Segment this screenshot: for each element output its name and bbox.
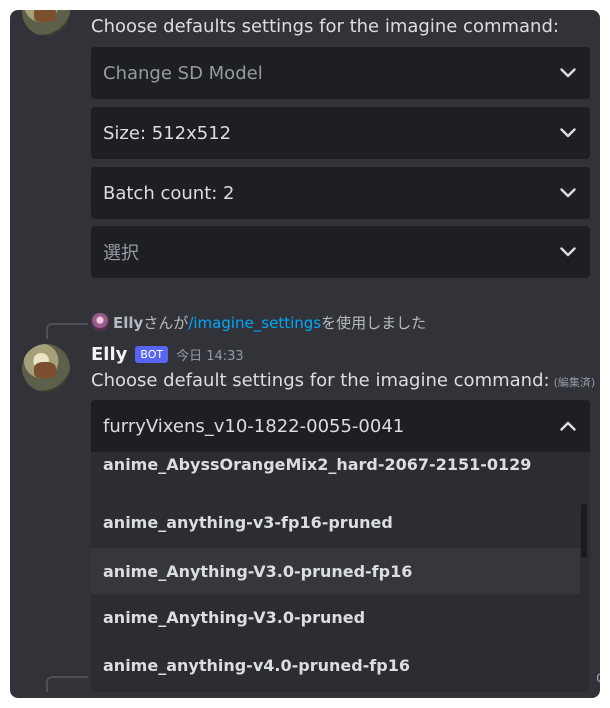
select-value: furryVixens_v10-1822-0055-0041 <box>103 415 405 437</box>
sd-model-select[interactable]: Change SD Model <box>91 47 590 99</box>
avatar[interactable] <box>22 344 70 392</box>
message-body: Choose default settings for the imagine … <box>91 370 550 391</box>
edited-label: (編集済) <box>553 376 596 389</box>
chevron-down-icon <box>558 123 578 143</box>
chat-window: Choose defaults settings for the imagine… <box>10 10 600 698</box>
batch-count-select[interactable]: Batch count: 2 <box>91 167 590 219</box>
dropdown-menu: anime_AbyssOrangeMix2_hard-2067-2151-012… <box>91 452 590 692</box>
author-name[interactable]: Elly <box>91 344 127 365</box>
bot-badge: BOT <box>135 345 169 363</box>
reply-connector <box>46 676 88 692</box>
select-value: 選択 <box>103 243 139 264</box>
select-value: Size: 512x512 <box>103 122 232 144</box>
chevron-down-icon <box>558 242 578 262</box>
generic-select[interactable]: 選択 <box>91 226 590 278</box>
reply-username[interactable]: Elly <box>113 314 143 332</box>
message-header: Elly BOT 今日 14:33 <box>91 342 244 366</box>
chevron-up-icon <box>558 416 578 436</box>
avatar[interactable] <box>22 10 70 36</box>
select-value: Change SD Model <box>103 62 263 84</box>
dropdown-option[interactable]: anime_Anything-V3.0-pruned-fp16 <box>91 548 580 594</box>
command-link[interactable]: /imagine_settings <box>188 314 321 332</box>
mini-avatar <box>91 313 109 331</box>
dropdown-option[interactable]: anime_Anything-V3.0-pruned <box>91 594 580 640</box>
peek-text: d <box>596 668 600 686</box>
dropdown-option[interactable]: anime_anything-v3-fp16-pruned <box>91 499 580 545</box>
message-text: Choose defaults settings for the imagine… <box>91 16 559 37</box>
model-select-open[interactable]: furryVixens_v10-1822-0055-0041 <box>91 400 590 452</box>
timestamp: 今日 14:33 <box>176 348 244 364</box>
chevron-down-icon <box>558 183 578 203</box>
message-text: Choose default settings for the imagine … <box>91 370 595 391</box>
reply-pre-text: さんが <box>143 313 189 332</box>
reply-connector <box>46 323 88 339</box>
size-select[interactable]: Size: 512x512 <box>91 107 590 159</box>
scrollbar-thumb[interactable] <box>581 504 587 558</box>
dropdown-option[interactable]: anime_anything-v4.0-pruned-fp16 <box>91 642 580 688</box>
command-reply[interactable]: Ellyさんが/imagine_settingsを使用しました <box>91 312 426 332</box>
dropdown-option[interactable]: anime_AbyssOrangeMix2_hard-2067-2151-012… <box>91 452 580 487</box>
select-value: Batch count: 2 <box>103 182 235 204</box>
reply-post-text: を使用しました <box>321 313 427 332</box>
chevron-down-icon <box>558 63 578 83</box>
